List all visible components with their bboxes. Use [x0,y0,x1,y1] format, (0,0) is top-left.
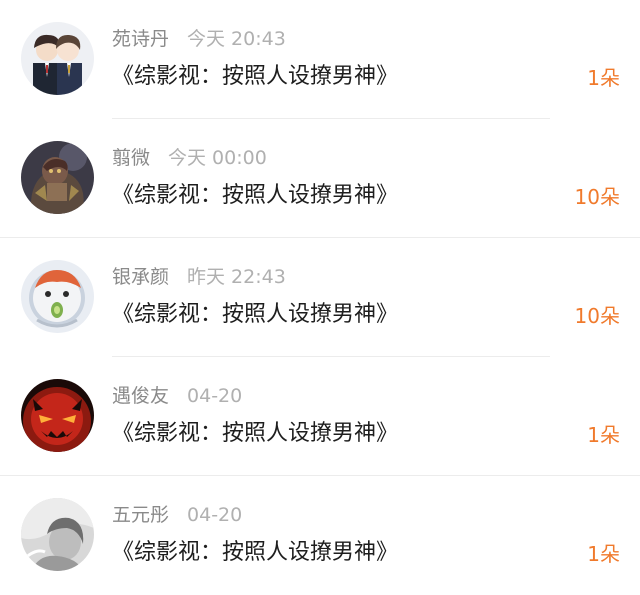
book-title[interactable]: 《综影视：按照人设撩男神》 [112,301,398,329]
gift-count: 1朵 [587,542,620,566]
gift-count: 1朵 [587,66,620,90]
sender-name[interactable]: 苑诗丹 [112,28,169,50]
gift-list: 苑诗丹 今天 20:43 《综影视：按照人设撩男神》 1朵 翦微 今天 00:00 [0,0,640,585]
book-title[interactable]: 《综影视：按照人设撩男神》 [112,63,398,91]
list-item[interactable]: 银承颜 昨天 22:43 《综影视：按照人设撩男神》 10朵 [0,238,640,357]
cartoon-character-avatar[interactable] [21,260,94,333]
timestamp: 今天 00:00 [168,147,267,169]
list-item[interactable]: 翦微 今天 00:00 《综影视：按照人设撩男神》 10朵 [0,119,640,238]
gift-count: 10朵 [574,185,620,209]
list-item[interactable]: 五元彤 04-20 《综影视：按照人设撩男神》 1朵 [0,476,640,595]
book-title[interactable]: 《综影视：按照人设撩男神》 [112,420,398,448]
armored-warrior-avatar[interactable] [21,141,94,214]
timestamp: 04-20 [187,385,243,407]
sender-name[interactable]: 银承颜 [112,266,169,288]
book-title[interactable]: 《综影视：按照人设撩男神》 [112,182,398,210]
list-item[interactable]: 苑诗丹 今天 20:43 《综影视：按照人设撩男神》 1朵 [0,0,640,119]
sender-name[interactable]: 五元彤 [112,504,169,526]
gift-count: 1朵 [587,423,620,447]
list-item[interactable]: 遇俊友 04-20 《综影视：按照人设撩男神》 1朵 [0,357,640,476]
sender-name[interactable]: 遇俊友 [112,385,169,407]
sender-name[interactable]: 翦微 [112,147,150,169]
gift-count: 10朵 [574,304,620,328]
anime-couple-avatar[interactable] [21,22,94,95]
timestamp: 今天 20:43 [187,28,286,50]
timestamp: 昨天 22:43 [187,266,286,288]
timestamp: 04-20 [187,504,243,526]
red-demon-face-avatar[interactable] [21,379,94,452]
grayscale-girl-avatar[interactable] [21,498,94,571]
book-title[interactable]: 《综影视：按照人设撩男神》 [112,539,398,567]
